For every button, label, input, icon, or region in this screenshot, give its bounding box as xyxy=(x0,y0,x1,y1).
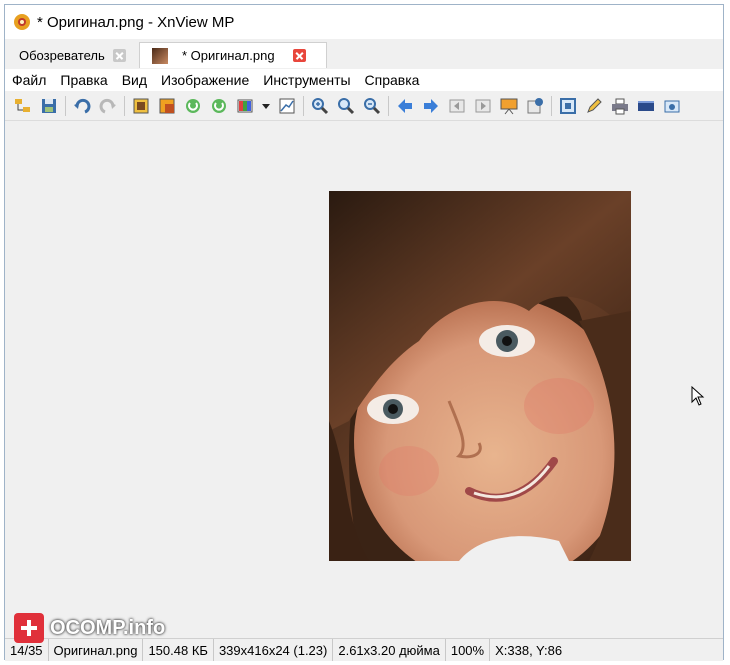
fullscreen-icon[interactable] xyxy=(558,96,578,116)
image-thumbnail-icon xyxy=(152,47,168,64)
adjust-icon[interactable] xyxy=(235,96,255,116)
last-icon[interactable] xyxy=(473,96,493,116)
app-window: * Оригинал.png - XnView MP Обозреватель … xyxy=(4,4,724,661)
menu-view[interactable]: Вид xyxy=(115,72,154,88)
redo-icon[interactable] xyxy=(98,96,118,116)
tab-image-close-icon[interactable] xyxy=(292,49,306,62)
tab-browser-close-icon[interactable] xyxy=(112,48,126,62)
crop-icon[interactable] xyxy=(131,96,151,116)
xnview-logo-icon xyxy=(14,14,30,30)
browser-icon[interactable] xyxy=(13,96,33,116)
window-title: * Оригинал.png - XnView MP xyxy=(37,13,235,31)
info-icon[interactable] xyxy=(525,96,545,116)
menu-edit[interactable]: Правка xyxy=(53,72,114,88)
watermark-plus-icon xyxy=(14,613,44,643)
save-icon[interactable] xyxy=(39,96,59,116)
zoom-out-icon[interactable] xyxy=(362,96,382,116)
photo-portrait xyxy=(329,191,631,561)
menu-file[interactable]: Файл xyxy=(5,72,53,88)
tab-image-label: * Оригинал.png xyxy=(182,48,275,63)
print-icon[interactable] xyxy=(610,96,630,116)
toolbar-separator xyxy=(388,95,389,116)
mouse-cursor-icon xyxy=(691,386,705,406)
levels-icon[interactable] xyxy=(277,96,297,116)
scanner-icon[interactable] xyxy=(636,96,656,116)
status-print-size: 2.61x3.20 дюйма xyxy=(333,639,446,661)
zoom-in-icon[interactable] xyxy=(310,96,330,116)
toolbar-separator xyxy=(303,95,304,116)
title-bar: * Оригинал.png - XnView MP xyxy=(5,5,723,39)
watermark: OCOMP.info xyxy=(14,613,165,643)
tab-browser-label: Обозреватель xyxy=(19,47,105,63)
menu-tools[interactable]: Инструменты xyxy=(256,72,357,88)
tab-browser[interactable]: Обозреватель xyxy=(11,42,137,68)
image-viewport[interactable] xyxy=(5,122,723,638)
prev-icon[interactable] xyxy=(395,96,415,116)
toolbar-separator xyxy=(124,95,125,116)
status-dimensions: 339x416x24 (1.23) xyxy=(214,639,334,661)
slideshow-icon[interactable] xyxy=(499,96,519,116)
toolbar xyxy=(5,91,723,121)
status-coords: X:338, Y:86 xyxy=(495,642,563,658)
menu-bar: Файл Правка Вид Изображение Инструменты … xyxy=(5,69,723,91)
tab-image[interactable]: * Оригинал.png xyxy=(139,42,327,68)
dropdown-icon[interactable] xyxy=(261,96,271,116)
rotate-right-icon[interactable] xyxy=(209,96,229,116)
resize-icon[interactable] xyxy=(157,96,177,116)
tab-bar: Обозреватель * Оригинал.png xyxy=(5,39,723,70)
toolbar-separator xyxy=(551,95,552,116)
menu-help[interactable]: Справка xyxy=(358,72,427,88)
status-zoom: 100% xyxy=(446,639,491,661)
edit-icon[interactable] xyxy=(584,96,604,116)
next-icon[interactable] xyxy=(421,96,441,116)
toolbar-separator xyxy=(65,95,66,116)
zoom-fit-icon[interactable] xyxy=(336,96,356,116)
menu-image[interactable]: Изображение xyxy=(154,72,256,88)
rotate-left-icon[interactable] xyxy=(183,96,203,116)
undo-icon[interactable] xyxy=(72,96,92,116)
capture-icon[interactable] xyxy=(662,96,682,116)
watermark-text: OCOMP.info xyxy=(50,616,166,639)
first-icon[interactable] xyxy=(447,96,467,116)
